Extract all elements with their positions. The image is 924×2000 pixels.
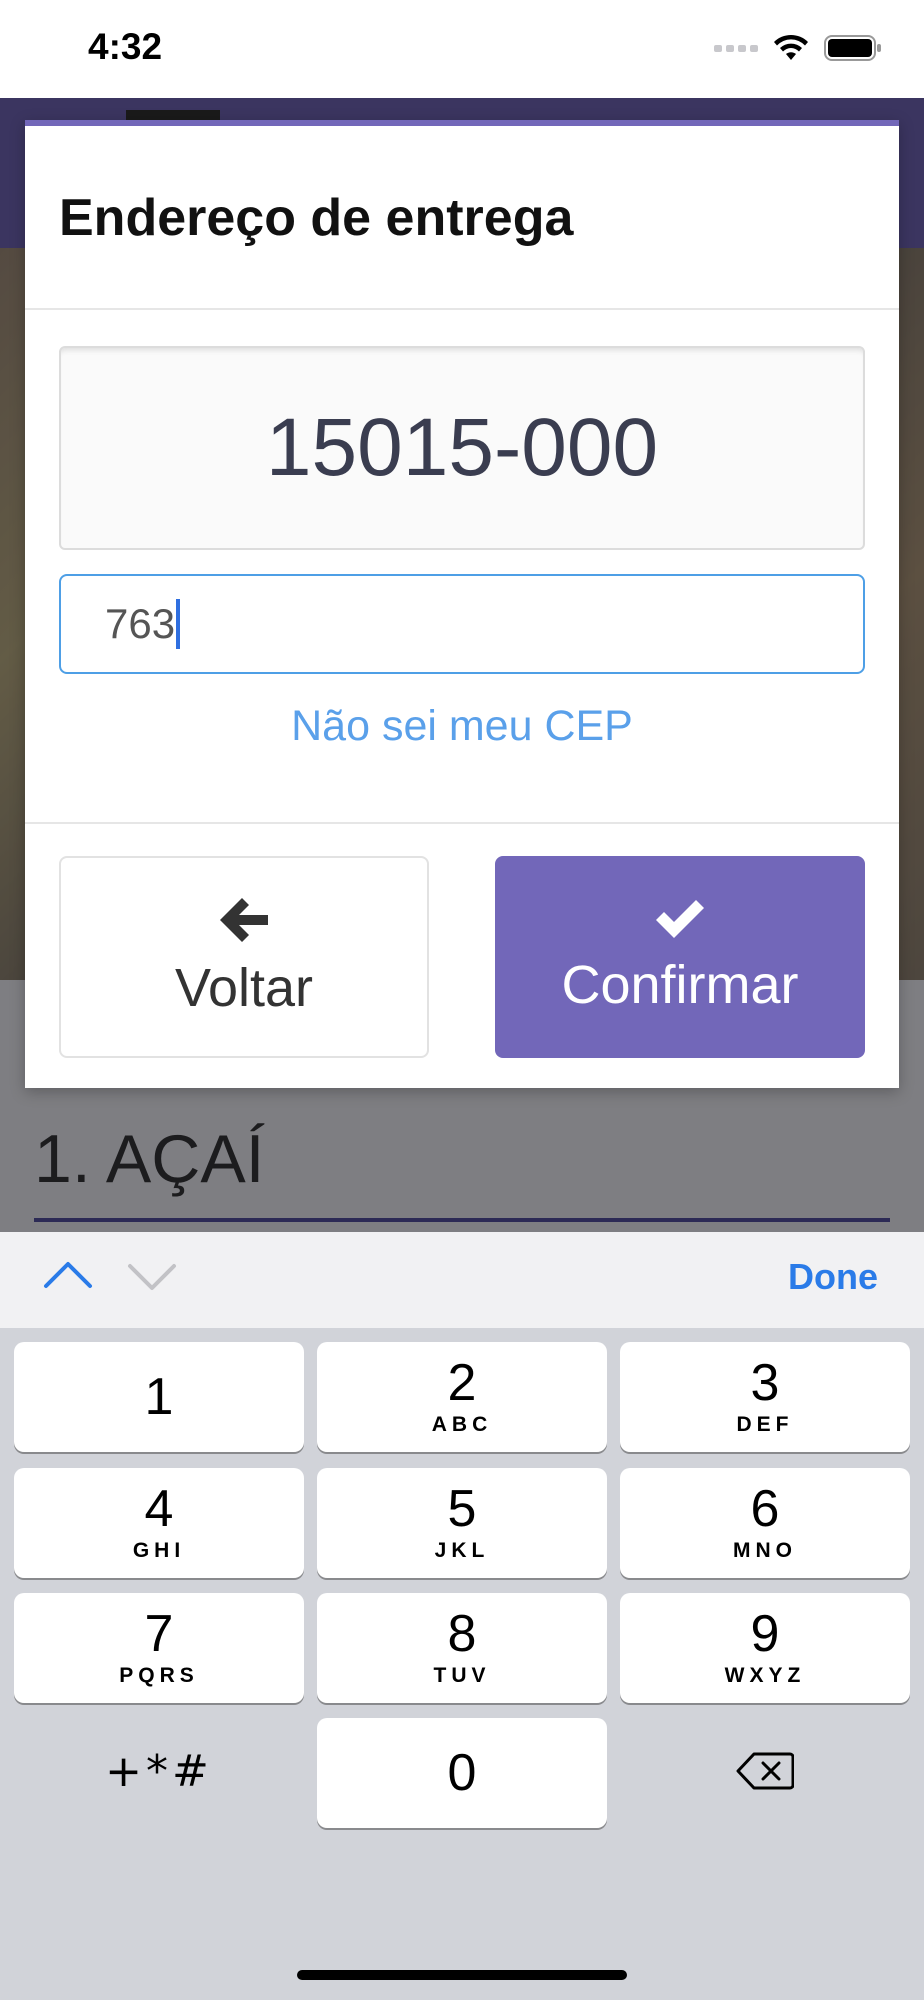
- key-number: 7: [144, 1605, 174, 1663]
- numeric-keyboard: 1 2 ABC 3 DEF 4 GHI 5 JKL 6 MNO 7 PQRS 8…: [0, 1328, 924, 2000]
- key-letters: DEF: [736, 1413, 794, 1436]
- key-4[interactable]: 4 GHI: [14, 1468, 304, 1578]
- key-number: 9: [750, 1605, 780, 1663]
- home-indicator: [297, 1970, 627, 1980]
- delete-key[interactable]: [620, 1716, 910, 1826]
- status-time: 4:32: [88, 26, 163, 67]
- chevron-up-icon[interactable]: [42, 1256, 94, 1296]
- battery-icon: [824, 35, 881, 61]
- key-letters: JKL: [434, 1539, 490, 1562]
- key-letters: GHI: [132, 1539, 186, 1562]
- wifi-icon: [774, 34, 808, 60]
- section-underline: [34, 1218, 890, 1222]
- key-9[interactable]: 9 WXYZ: [620, 1593, 910, 1703]
- key-5[interactable]: 5 JKL: [317, 1468, 607, 1578]
- unknown-cep-link[interactable]: Não sei meu CEP: [25, 702, 899, 751]
- text-caret: [176, 599, 181, 649]
- backspace-icon: [736, 1752, 794, 1790]
- address-number-input[interactable]: 763: [59, 574, 865, 674]
- status-bar: 4:32: [0, 0, 924, 98]
- confirm-button[interactable]: Confirmar: [495, 856, 865, 1058]
- status-icons: [714, 34, 882, 62]
- key-number: 3: [750, 1354, 780, 1412]
- key-6[interactable]: 6 MNO: [620, 1468, 910, 1578]
- modal-divider: [25, 822, 899, 824]
- modal-divider: [25, 308, 899, 310]
- symbols-key-label: +*#: [105, 1745, 213, 1797]
- key-number: 6: [750, 1480, 780, 1538]
- key-letters: MNO: [733, 1539, 797, 1562]
- address-modal: Endereço de entrega 15015-000 763 Não se…: [25, 120, 899, 1088]
- modal-title: Endereço de entrega: [59, 189, 574, 247]
- check-icon: [656, 900, 704, 938]
- cep-value: 15015-000: [265, 402, 659, 493]
- keyboard-toolbar: Done: [0, 1232, 924, 1328]
- address-number-value: 763: [105, 600, 176, 647]
- chevron-down-icon[interactable]: [126, 1256, 178, 1296]
- done-button[interactable]: Done: [788, 1256, 878, 1298]
- symbols-key[interactable]: +*#: [14, 1716, 304, 1826]
- back-button[interactable]: Voltar: [59, 856, 429, 1058]
- key-3[interactable]: 3 DEF: [620, 1342, 910, 1452]
- cep-field[interactable]: 15015-000: [59, 346, 865, 550]
- key-7[interactable]: 7 PQRS: [14, 1593, 304, 1703]
- key-number: 5: [447, 1480, 477, 1538]
- arrow-left-icon: [220, 898, 268, 942]
- confirm-button-label: Confirmar: [561, 955, 799, 1015]
- back-button-label: Voltar: [174, 958, 314, 1018]
- section-title: 1. AÇAÍ: [34, 1121, 265, 1197]
- key-letters: ABC: [431, 1413, 493, 1436]
- key-number: 2: [447, 1354, 477, 1412]
- key-1[interactable]: 1: [14, 1342, 304, 1452]
- key-number: 8: [447, 1605, 477, 1663]
- key-letters: WXYZ: [724, 1664, 806, 1687]
- key-2[interactable]: 2 ABC: [317, 1342, 607, 1452]
- key-letters: TUV: [433, 1664, 491, 1687]
- key-8[interactable]: 8 TUV: [317, 1593, 607, 1703]
- key-0[interactable]: 0: [317, 1718, 607, 1828]
- key-number: 4: [144, 1480, 174, 1538]
- key-number: 0: [447, 1744, 477, 1802]
- key-number: 1: [144, 1368, 174, 1426]
- signal-icon: [714, 45, 758, 52]
- key-letters: PQRS: [119, 1664, 199, 1687]
